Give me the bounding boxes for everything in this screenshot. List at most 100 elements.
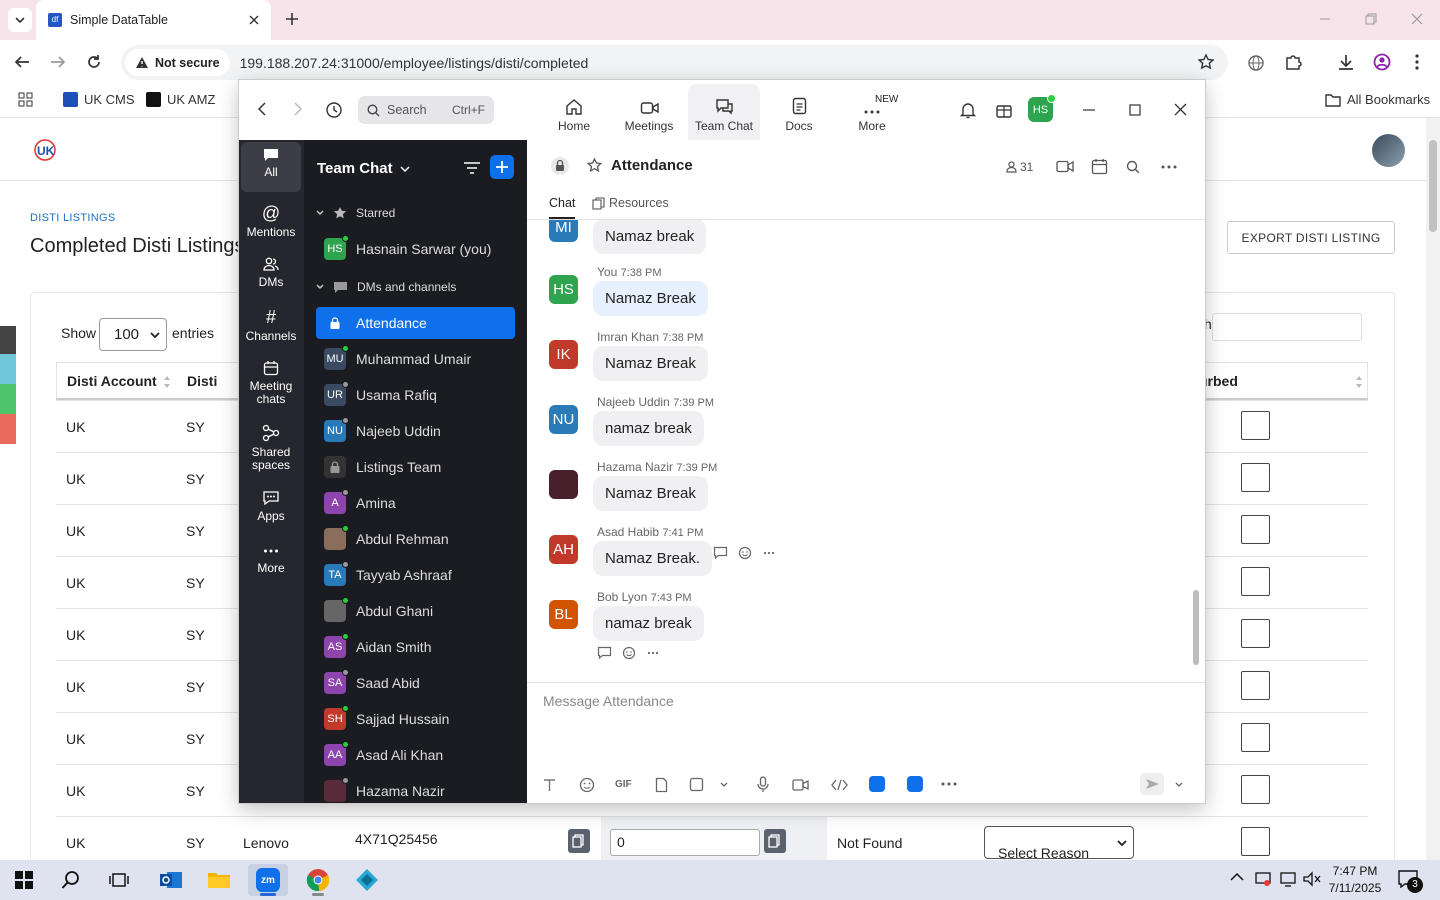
channel-more-button[interactable]	[1161, 165, 1177, 169]
tab-search-button[interactable]	[8, 8, 32, 32]
sidebar-item[interactable]: AS Aidan Smith	[316, 631, 515, 663]
sidebar-item[interactable]: Hazama Nazir	[316, 775, 515, 803]
more-icon[interactable]	[941, 782, 957, 786]
volume-icon[interactable]	[1303, 871, 1321, 887]
search-channel-button[interactable]	[1126, 160, 1140, 174]
rail-all[interactable]: All	[241, 142, 301, 192]
sidebar-item[interactable]: UR Usama Rafiq	[316, 379, 515, 411]
sidebar-item[interactable]: Listings Team	[316, 451, 515, 483]
sidebar-item[interactable]: NU Najeeb Uddin	[316, 415, 515, 447]
sender-name[interactable]: Bob Lyon	[597, 590, 647, 604]
minimize-window-button[interactable]	[1318, 12, 1332, 26]
send-button[interactable]	[1140, 773, 1164, 795]
file-icon[interactable]	[655, 777, 668, 793]
avatar[interactable]: IK	[549, 340, 578, 369]
avatar[interactable]: HS	[549, 275, 578, 304]
chat-message[interactable]: BL Bob Lyon 7:43 PM namaz break	[549, 590, 1149, 650]
bookmark-uk-cms[interactable]: UK CMS	[63, 92, 135, 107]
emoji-icon[interactable]	[579, 777, 595, 793]
chat-message[interactable]: AH Asad Habib 7:41 PM Namaz Break.	[549, 525, 1149, 585]
column-header[interactable]: Disti	[187, 373, 217, 389]
rail-apps[interactable]: Apps	[241, 490, 301, 523]
emoji-add-icon[interactable]	[622, 645, 637, 660]
team-chat-title[interactable]: Team Chat	[317, 160, 410, 177]
sidebar-item[interactable]: TA Tayyab Ashraaf	[316, 559, 515, 591]
zoom-close-button[interactable]	[1174, 103, 1187, 116]
apps-button[interactable]	[18, 92, 33, 107]
zoom-search-input[interactable]: Search Ctrl+F	[358, 96, 494, 124]
network-icon[interactable]	[1280, 871, 1298, 887]
user-avatar[interactable]	[1372, 134, 1405, 167]
start-meeting-button[interactable]	[1056, 160, 1074, 173]
search-button[interactable]	[51, 864, 91, 896]
star-icon[interactable]	[1198, 54, 1214, 70]
nav-meetings[interactable]: Meetings	[613, 84, 685, 140]
task-view-button[interactable]	[99, 864, 139, 896]
column-header[interactable]: Disti Account	[67, 373, 157, 389]
entries-select[interactable]: 100	[99, 318, 167, 351]
start-button[interactable]	[4, 864, 44, 896]
notifications-button[interactable]: 3	[1398, 870, 1423, 893]
meet-now-icon[interactable]	[1255, 871, 1271, 887]
schedule-button[interactable]	[1091, 158, 1108, 175]
nav-more[interactable]: More NEW	[836, 84, 908, 140]
rail-more[interactable]: More	[241, 544, 301, 575]
history-button[interactable]	[325, 101, 343, 119]
all-bookmarks-button[interactable]: All Bookmarks	[1325, 92, 1430, 107]
translate-button[interactable]	[1247, 54, 1265, 72]
zoom-minimize-button[interactable]	[1083, 109, 1095, 111]
row-checkbox[interactable]	[1241, 775, 1270, 804]
zoom-app[interactable]: zm	[248, 864, 288, 896]
file-explorer-app[interactable]	[199, 864, 239, 896]
restore-window-button[interactable]	[1364, 12, 1378, 26]
close-window-button[interactable]	[1410, 12, 1424, 26]
sender-name[interactable]: Imran Khan	[597, 330, 659, 344]
sidebar-item[interactable]: MU Muhammad Umair	[316, 343, 515, 375]
chat-message[interactable]: IK Imran Khan 7:38 PM Namaz Break	[549, 330, 1149, 390]
chevron-down-icon[interactable]	[1175, 782, 1183, 787]
nav-team-chat[interactable]: Team Chat	[688, 84, 760, 140]
clock[interactable]: 7:47 PM 7/11/2025	[1325, 863, 1385, 897]
forward-button[interactable]	[49, 54, 67, 70]
zoom-maximize-button[interactable]	[1129, 104, 1141, 116]
text-format-icon[interactable]	[543, 778, 556, 792]
zoom-forward-button[interactable]	[294, 102, 302, 116]
sidebar-item[interactable]: Abdul Ghani	[316, 595, 515, 627]
export-button[interactable]: EXPORT DISTI LISTING	[1227, 221, 1395, 254]
more-icon[interactable]	[647, 651, 659, 655]
scrollbar-thumb[interactable]	[1193, 590, 1199, 665]
chat-scrollbar[interactable]	[1193, 220, 1199, 682]
chevron-down-icon[interactable]	[720, 782, 728, 787]
rail-channels[interactable]: # Channels	[241, 308, 301, 343]
mic-icon[interactable]	[757, 776, 769, 793]
sidebar-item[interactable]: A Amina	[316, 487, 515, 519]
show-hidden-icons[interactable]	[1230, 872, 1244, 882]
url-text[interactable]: 199.188.207.24:31000/employee/listings/d…	[240, 55, 589, 71]
row-checkbox[interactable]	[1241, 671, 1270, 700]
pinned-app[interactable]	[347, 864, 387, 896]
address-bar[interactable]: Not secure 199.188.207.24:31000/employee…	[121, 45, 1228, 80]
reason-select[interactable]: Select Reason	[984, 826, 1134, 860]
row-checkbox[interactable]	[1241, 723, 1270, 752]
video-message-icon[interactable]	[792, 779, 809, 791]
sender-name[interactable]: You	[597, 265, 617, 279]
rail-dms[interactable]: DMs	[241, 257, 301, 289]
code-icon[interactable]	[831, 779, 848, 791]
screenshot-icon[interactable]	[689, 777, 705, 793]
copy-sku-button[interactable]	[568, 829, 590, 853]
reply-icon[interactable]	[597, 646, 612, 659]
starred-section-header[interactable]: Starred	[316, 206, 395, 220]
tab-chat[interactable]: Chat	[549, 196, 576, 219]
message-input[interactable]: Message Attendance	[543, 693, 1183, 753]
row-checkbox[interactable]	[1241, 411, 1270, 440]
copy-qty-button[interactable]	[764, 829, 786, 853]
row-checkbox[interactable]	[1241, 463, 1270, 492]
row-checkbox[interactable]	[1241, 515, 1270, 544]
more-icon[interactable]	[763, 551, 775, 555]
sender-name[interactable]: Najeeb Uddin	[597, 395, 670, 409]
row-checkbox[interactable]	[1241, 827, 1270, 856]
notifications-button[interactable]	[959, 101, 977, 119]
rail-meeting-chats[interactable]: Meeting chats	[241, 360, 301, 406]
tab-resources[interactable]: Resources	[592, 196, 669, 210]
downloads-button[interactable]	[1337, 53, 1355, 71]
